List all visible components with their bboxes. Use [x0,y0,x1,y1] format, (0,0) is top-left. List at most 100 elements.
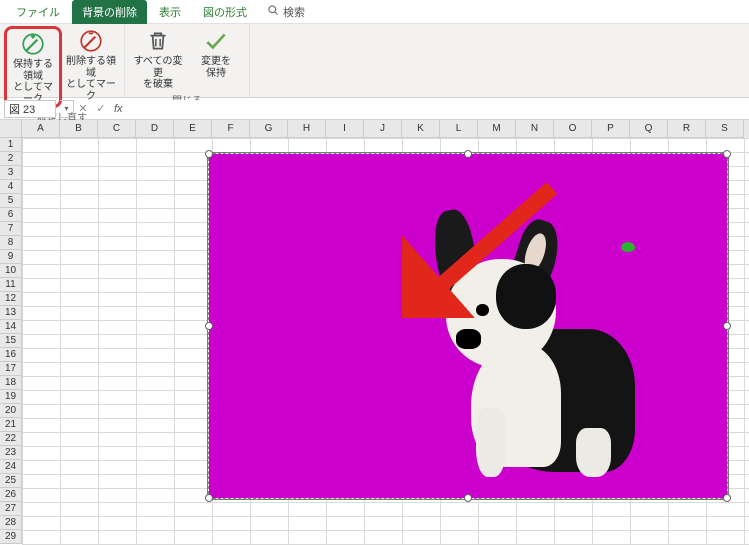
row-header[interactable]: 8 [0,236,22,250]
dog-nose [456,329,481,349]
column-header[interactable]: D [136,120,174,138]
column-header[interactable]: I [326,120,364,138]
row-header[interactable]: 15 [0,334,22,348]
keep-label-2: 保持 [206,68,226,80]
select-all-corner[interactable] [0,120,22,138]
column-header[interactable]: O [554,120,592,138]
row-headers: 1234567891011121314151617181920212223242… [0,138,22,544]
confirm-edit-button[interactable]: ✓ [92,102,110,115]
mark-remove-button[interactable]: 削除する領域 としてマーク [62,26,120,108]
name-box[interactable]: 図 23 [4,100,56,118]
keep-label-1: 変更を [201,56,231,68]
resize-handle-sw[interactable] [205,494,213,502]
column-header[interactable]: P [592,120,630,138]
tab-picture-format[interactable]: 図の形式 [193,0,257,24]
discard-changes-button[interactable]: すべての変更 を破棄 [129,26,187,91]
row-header[interactable]: 26 [0,488,22,502]
row-header[interactable]: 12 [0,292,22,306]
column-header[interactable]: F [212,120,250,138]
row-header[interactable]: 19 [0,390,22,404]
chevron-down-icon: ▾ [64,104,68,113]
row-header[interactable]: 27 [0,502,22,516]
row-header[interactable]: 2 [0,152,22,166]
keep-mark-indicator [621,242,635,252]
row-header[interactable]: 20 [0,404,22,418]
row-header[interactable]: 17 [0,362,22,376]
row-header[interactable]: 1 [0,138,22,152]
inserted-picture[interactable] [208,153,728,499]
column-header[interactable]: K [402,120,440,138]
row-header[interactable]: 22 [0,432,22,446]
row-header[interactable]: 14 [0,320,22,334]
dog-eye-patch [496,264,556,328]
search-icon [267,4,279,19]
fx-icon[interactable]: fx [110,103,127,115]
row-header[interactable]: 16 [0,348,22,362]
column-header[interactable]: R [668,120,706,138]
name-box-dropdown[interactable]: ▾ [60,100,74,118]
cell-grid[interactable] [22,138,749,545]
ribbon-group-refine: 保持する領域 としてマーク 削除する領域 としてマーク 設定し直す [0,24,125,97]
column-header[interactable]: S [706,120,744,138]
row-header[interactable]: 25 [0,474,22,488]
column-header[interactable]: H [288,120,326,138]
column-header[interactable]: C [98,120,136,138]
column-header[interactable]: G [250,120,288,138]
column-header[interactable]: E [174,120,212,138]
row-header[interactable]: 6 [0,208,22,222]
row-header[interactable]: 21 [0,418,22,432]
pencil-minus-icon [78,28,104,54]
discard-label-1: すべての変更 [131,56,185,79]
picture-background-mask [209,154,727,498]
tab-file[interactable]: ファイル [6,0,70,24]
column-header[interactable]: Q [630,120,668,138]
dog-eye [476,304,488,316]
ribbon: 保持する領域 としてマーク 削除する領域 としてマーク 設定し直す すべての変更… [0,24,749,98]
tab-background-removal[interactable]: 背景の削除 [72,0,147,24]
tab-bar: ファイル 背景の削除 表示 図の形式 検索 [0,0,749,24]
row-header[interactable]: 18 [0,376,22,390]
resize-handle-ne[interactable] [723,150,731,158]
column-header[interactable]: J [364,120,402,138]
row-header[interactable]: 4 [0,180,22,194]
column-header[interactable]: A [22,120,60,138]
dog-front-leg [476,408,506,477]
column-headers: ABCDEFGHIJKLMNOPQRS [22,120,749,138]
column-header[interactable]: B [60,120,98,138]
cancel-edit-button[interactable]: ✕ [74,102,92,115]
row-header[interactable]: 5 [0,194,22,208]
trash-icon [145,28,171,54]
column-header[interactable]: M [478,120,516,138]
resize-handle-se[interactable] [723,494,731,502]
resize-handle-n[interactable] [464,150,472,158]
tab-view[interactable]: 表示 [149,0,191,24]
resize-handle-e[interactable] [723,322,731,330]
row-header[interactable]: 9 [0,250,22,264]
row-header[interactable]: 28 [0,516,22,530]
worksheet: 1234567891011121314151617181920212223242… [0,120,749,545]
keep-changes-button[interactable]: 変更を 保持 [187,26,245,91]
resize-handle-s[interactable] [464,494,472,502]
ribbon-group-close: すべての変更 を破棄 変更を 保持 閉じる [125,24,250,97]
mark-keep-button[interactable]: 保持する領域 としてマーク [4,26,62,108]
mark-keep-label-1: 保持する領域 [9,59,57,82]
column-header[interactable]: N [516,120,554,138]
check-icon [203,28,229,54]
formula-input[interactable] [127,100,749,118]
dog-back-leg [576,428,611,478]
row-header[interactable]: 3 [0,166,22,180]
row-header[interactable]: 24 [0,460,22,474]
mark-remove-label-1: 削除する領域 [64,56,118,79]
resize-handle-nw[interactable] [205,150,213,158]
row-header[interactable]: 10 [0,264,22,278]
row-header[interactable]: 29 [0,530,22,544]
row-header[interactable]: 11 [0,278,22,292]
picture-subject-dog [427,230,676,478]
row-header[interactable]: 13 [0,306,22,320]
search-box[interactable]: 検索 [267,4,305,20]
column-header[interactable]: L [440,120,478,138]
pencil-plus-icon [20,31,46,57]
resize-handle-w[interactable] [205,322,213,330]
row-header[interactable]: 7 [0,222,22,236]
row-header[interactable]: 23 [0,446,22,460]
